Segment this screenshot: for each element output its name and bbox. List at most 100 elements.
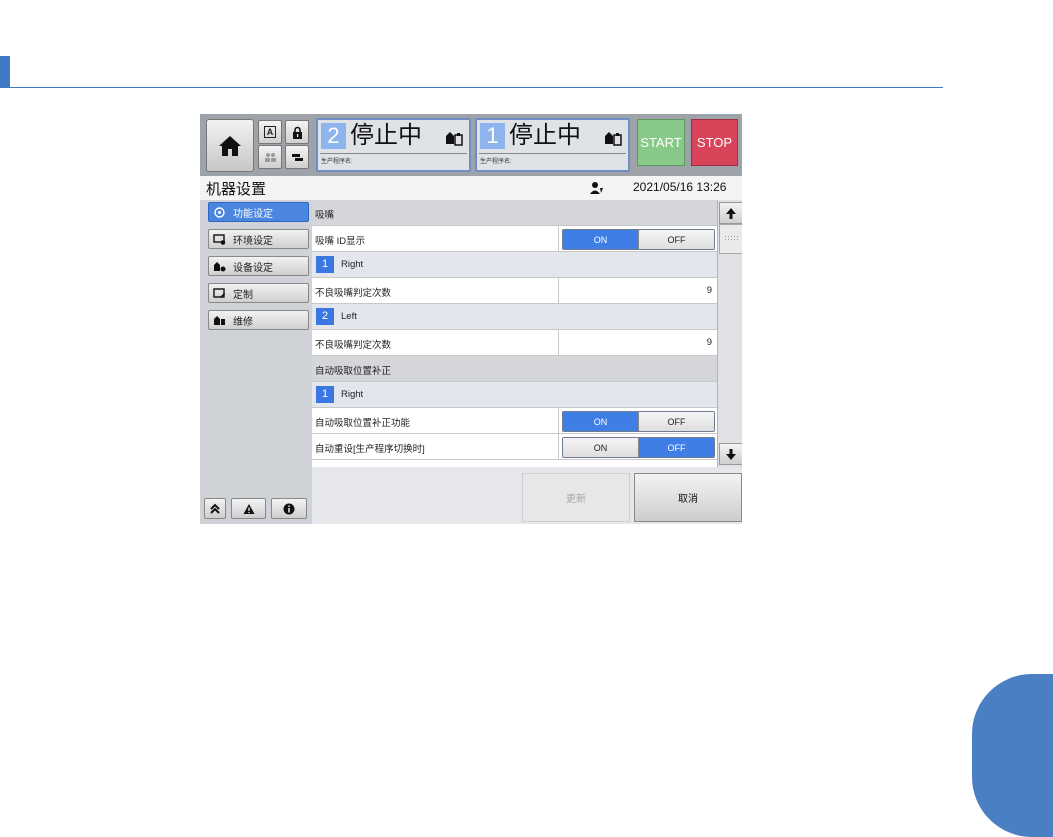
home-icon [219, 135, 241, 156]
info-icon [283, 503, 295, 514]
setting-label: 吸嘴 ID显示 [315, 236, 366, 247]
setting-label: 自动吸取位置补正功能 [315, 418, 411, 429]
toggle-on-option[interactable]: ON [563, 438, 638, 457]
sidebar-item-label: 维修 [233, 316, 253, 328]
setting-row-bad-nozzle-count-right[interactable]: 不良吸嘴判定次数 9 [312, 278, 717, 304]
environment-settings-icon [213, 233, 226, 245]
subsection-right-3: 1 Right [312, 382, 717, 408]
scroll-up-button[interactable] [719, 202, 742, 224]
setting-row-auto-reset: 自动重设[生产程序切换时] ON OFF [312, 434, 717, 460]
sidebar-item-label: 功能设定 [233, 208, 273, 220]
update-button[interactable]: 更新 [522, 473, 630, 522]
setting-row-bad-nozzle-count-left[interactable]: 不良吸嘴判定次数 9 [312, 330, 717, 356]
arrow-up-icon [726, 207, 736, 219]
section-label: 自动吸取位置补正 [315, 366, 392, 377]
lane-1-status: 1 停止中 生产程序名: [475, 118, 630, 172]
sidebar-nav: 功能设定 环境设定 设备设定 定制 维修 [200, 200, 312, 524]
mode-a-button[interactable]: A [258, 120, 282, 144]
double-chevron-up-icon [210, 503, 220, 514]
function-settings-icon [214, 206, 225, 218]
lane-badge: 1 [316, 386, 334, 403]
program-name-label: 生产程序名: [321, 159, 353, 165]
subsection-label: Left [341, 311, 357, 322]
column-divider [558, 434, 559, 459]
column-divider [558, 226, 559, 251]
cancel-button[interactable]: 取消 [634, 473, 742, 522]
lock-icon [292, 126, 302, 139]
grip-icon [724, 235, 738, 241]
status-divider [479, 153, 626, 154]
machine-program-icon [605, 132, 622, 146]
scrollbar[interactable] [717, 200, 742, 467]
sidebar-item-label: 环境设定 [233, 235, 273, 247]
setting-row-auto-pickup-function: 自动吸取位置补正功能 ON OFF [312, 408, 717, 434]
warning-button[interactable] [231, 498, 266, 519]
nozzle-id-toggle: ON OFF [562, 229, 715, 250]
machine-program-icon [446, 132, 463, 146]
status-divider [320, 153, 467, 154]
stop-button[interactable]: STOP [691, 119, 738, 166]
maintenance-icon [214, 315, 225, 325]
start-button[interactable]: START [637, 119, 685, 166]
lane-number: 1 [480, 123, 505, 149]
operators-button[interactable] [258, 145, 282, 169]
title-bar: 机器设置 2021/05/16 13:26 [200, 176, 742, 201]
sidebar-item-function-settings[interactable]: 功能设定 [208, 202, 309, 222]
lock-button[interactable] [285, 120, 309, 144]
sidebar-item-label: 定制 [233, 289, 253, 301]
sidebar-item-environment-settings[interactable]: 环境设定 [208, 229, 309, 249]
network-icon [291, 153, 303, 161]
setting-label: 不良吸嘴判定次数 [315, 288, 392, 299]
subsection-label: Right [341, 389, 364, 400]
page-accent-bar [0, 56, 10, 88]
page-side-tab [972, 674, 1053, 837]
collapse-button[interactable] [204, 498, 226, 519]
setting-label: 自动重设[生产程序切换时] [315, 444, 425, 455]
sidebar-item-maintenance[interactable]: 维修 [208, 310, 309, 330]
subsection-left-2: 2 Left [312, 304, 717, 330]
sidebar-item-device-settings[interactable]: 设备设定 [208, 256, 309, 276]
lane-badge: 2 [316, 308, 334, 325]
home-button[interactable] [206, 119, 254, 172]
page-title: 机器设置 [206, 181, 267, 198]
section-label: 吸嘴 [315, 210, 335, 221]
user-icon [590, 182, 603, 194]
datetime: 2021/05/16 13:26 [633, 180, 727, 194]
scroll-down-button[interactable] [719, 443, 742, 465]
arrow-down-icon [726, 448, 736, 460]
toggle-on-option[interactable]: ON [563, 230, 638, 249]
column-divider [558, 278, 559, 303]
toggle-off-option[interactable]: OFF [638, 438, 714, 457]
info-button[interactable] [271, 498, 307, 519]
settings-list: 吸嘴 吸嘴 ID显示 ON OFF 1 Right 不良吸嘴判定次数 9 2 L… [312, 200, 717, 467]
program-name-label: 生产程序名: [480, 159, 512, 165]
setting-value[interactable]: 9 [707, 285, 712, 296]
machine-screen: A 2 停止中 生产程序名: 1 停止中 生产程序名: START STOP 机… [200, 114, 742, 524]
sidebar-item-custom[interactable]: 定制 [208, 283, 309, 303]
toggle-off-option[interactable]: OFF [638, 230, 714, 249]
lane-status-text: 停止中 [350, 122, 422, 149]
warning-icon [243, 503, 254, 514]
auto-reset-toggle: ON OFF [562, 437, 715, 458]
auto-pickup-toggle: ON OFF [562, 411, 715, 432]
page-rule [10, 87, 943, 88]
setting-label: 不良吸嘴判定次数 [315, 340, 392, 351]
subsection-right-1: 1 Right [312, 252, 717, 278]
network-button[interactable] [285, 145, 309, 169]
setting-row-nozzle-id-display: 吸嘴 ID显示 ON OFF [312, 226, 717, 252]
section-header-nozzle: 吸嘴 [312, 200, 717, 226]
scroll-thumb[interactable] [719, 224, 742, 254]
toggle-on-option[interactable]: ON [563, 412, 638, 431]
section-header-auto-pickup: 自动吸取位置补正 [312, 356, 717, 382]
lane-number: 2 [321, 123, 346, 149]
lane-status-text: 停止中 [509, 122, 581, 149]
toggle-off-option[interactable]: OFF [638, 412, 714, 431]
letter-a-icon: A [263, 126, 277, 138]
subsection-label: Right [341, 259, 364, 270]
sidebar-item-label: 设备设定 [233, 262, 273, 274]
device-settings-icon [214, 261, 226, 271]
column-divider [558, 408, 559, 433]
custom-icon [213, 287, 225, 298]
setting-value[interactable]: 9 [707, 337, 712, 348]
column-divider [558, 330, 559, 355]
